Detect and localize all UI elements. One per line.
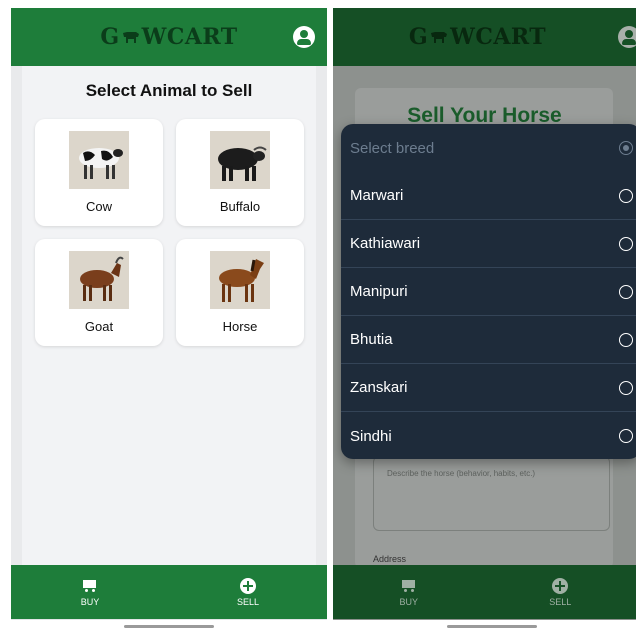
logo-suffix: WCART bbox=[141, 24, 238, 50]
plus-circle-icon bbox=[552, 577, 569, 594]
logo-prefix: G bbox=[100, 24, 120, 50]
nav-buy-label: BUY bbox=[399, 596, 418, 607]
description-textarea[interactable] bbox=[373, 456, 610, 531]
profile-icon[interactable] bbox=[618, 26, 636, 48]
app-comparison-stage: G WCART Select Animal to Sell Cow Buffal… bbox=[0, 0, 636, 628]
cow-photo-icon bbox=[69, 131, 129, 189]
radio-icon bbox=[619, 236, 633, 251]
animal-card-cow[interactable]: Cow bbox=[35, 119, 163, 226]
page-title: Select Animal to Sell bbox=[85, 81, 253, 100]
logo-suffix: WCART bbox=[450, 24, 547, 50]
app-header: G WCART bbox=[11, 8, 327, 66]
bottom-nav: BUY SELL bbox=[333, 565, 636, 619]
description-placeholder: Describe the horse (behavior, habits, et… bbox=[387, 469, 536, 478]
radio-icon bbox=[619, 284, 633, 299]
breed-option-marwari[interactable]: Marwari bbox=[341, 172, 636, 220]
nav-buy[interactable]: BUY bbox=[333, 565, 485, 619]
radio-selected-icon bbox=[619, 141, 633, 155]
breed-option-label: Marwari bbox=[350, 187, 404, 204]
cow-icon bbox=[431, 32, 448, 43]
radio-icon bbox=[619, 380, 633, 395]
select-animal-screen: G WCART Select Animal to Sell Cow Buffal… bbox=[11, 8, 327, 620]
breed-option-zanskari[interactable]: Zanskari bbox=[341, 364, 636, 412]
breed-option-label: Kathiawari bbox=[350, 235, 421, 252]
breed-option-label: Zanskari bbox=[350, 379, 408, 396]
app-header: G WCART bbox=[333, 8, 636, 66]
radio-icon bbox=[619, 429, 633, 443]
sell-horse-screen: G WCART Sell Your Horse Describe the hor… bbox=[333, 8, 636, 620]
animal-card-label: Buffalo bbox=[219, 199, 261, 214]
animal-card-label: Cow bbox=[85, 199, 112, 214]
breed-option-manipuri[interactable]: Manipuri bbox=[341, 268, 636, 316]
breed-option-bhutia[interactable]: Bhutia bbox=[341, 316, 636, 364]
animal-card-label: Goat bbox=[84, 319, 114, 334]
nav-sell[interactable]: SELL bbox=[485, 565, 636, 619]
cart-icon bbox=[401, 578, 417, 594]
breed-placeholder-label: Select breed bbox=[350, 139, 435, 157]
bottom-nav: BUY SELL bbox=[11, 565, 327, 619]
plus-circle-icon bbox=[240, 577, 256, 594]
breed-option-label: Bhutia bbox=[350, 331, 393, 348]
profile-icon[interactable] bbox=[293, 26, 315, 48]
animal-card-horse[interactable]: Horse bbox=[176, 239, 304, 346]
nav-buy-label: BUY bbox=[80, 596, 100, 607]
breed-option-kathiawari[interactable]: Kathiawari bbox=[341, 220, 636, 268]
radio-icon bbox=[619, 332, 633, 347]
radio-icon bbox=[619, 188, 633, 203]
horse-photo-icon bbox=[210, 251, 270, 309]
animal-card-label: Horse bbox=[222, 319, 258, 334]
breed-option-sindhi[interactable]: Sindhi bbox=[341, 412, 636, 460]
app-logo: G WCART bbox=[409, 24, 546, 50]
breed-option-label: Manipuri bbox=[350, 283, 408, 300]
animal-card-goat[interactable]: Goat bbox=[35, 239, 163, 346]
app-logo: G WCART bbox=[100, 24, 237, 50]
cow-icon bbox=[122, 32, 139, 43]
animal-card-buffalo[interactable]: Buffalo bbox=[176, 119, 304, 226]
nav-sell-label: SELL bbox=[236, 596, 260, 607]
nav-sell[interactable]: SELL bbox=[169, 565, 327, 619]
cart-icon bbox=[82, 578, 98, 594]
nav-buy[interactable]: BUY bbox=[11, 565, 169, 619]
address-label: Address bbox=[373, 554, 407, 564]
logo-prefix: G bbox=[408, 24, 429, 50]
goat-photo-icon bbox=[69, 251, 129, 309]
buffalo-photo-icon bbox=[210, 131, 270, 189]
breed-option-label: Sindhi bbox=[350, 427, 392, 445]
breed-option-placeholder[interactable]: Select breed bbox=[341, 124, 636, 172]
nav-sell-label: SELL bbox=[549, 596, 572, 607]
breed-picker-sheet: Select breed Marwari Kathiawari Manipuri… bbox=[341, 124, 636, 459]
